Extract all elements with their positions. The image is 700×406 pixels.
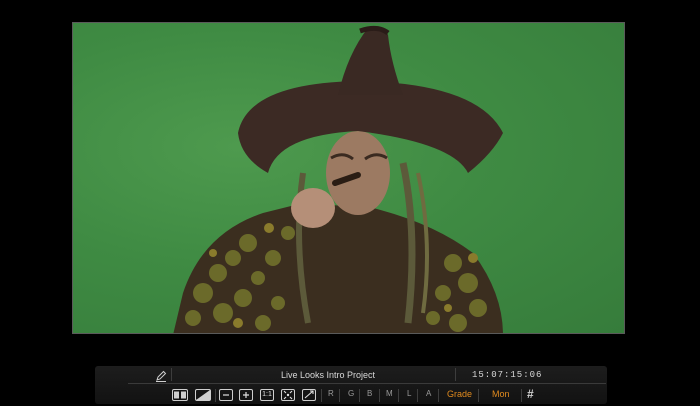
divider [321, 389, 322, 402]
split-view-icon [172, 388, 188, 401]
grid-icon[interactable]: # [527, 387, 534, 401]
fit-icon [281, 388, 295, 401]
wipe-icon [195, 388, 211, 401]
channel-alpha[interactable]: A [426, 389, 431, 398]
divider [478, 389, 479, 402]
divider [417, 389, 418, 402]
divider [339, 389, 340, 402]
split-view-button[interactable] [172, 388, 188, 401]
divider [379, 389, 380, 402]
toolbar-separator [128, 383, 606, 384]
divider [359, 389, 360, 402]
wipe-button[interactable] [195, 388, 211, 401]
channel-red[interactable]: R [328, 389, 334, 398]
channel-blue[interactable]: B [367, 389, 372, 398]
video-viewer[interactable] [72, 22, 625, 334]
actual-size-icon: 1:1 [260, 388, 274, 401]
divider [455, 368, 456, 381]
expand-icon [302, 388, 316, 401]
expand-button[interactable] [302, 388, 316, 401]
video-frame-image [173, 25, 503, 333]
pen-icon[interactable] [155, 369, 167, 382]
timecode: 15:07:15:06 [472, 370, 543, 380]
grade-button[interactable]: Grade [447, 389, 472, 399]
toolbar-controls-row: 1:1 R G B M L A Grade Mon # [95, 385, 607, 404]
project-title: Live Looks Intro Project [281, 370, 376, 380]
divider [521, 389, 522, 402]
divider [215, 389, 216, 402]
fit-button[interactable] [281, 388, 295, 401]
zoom-in-button[interactable] [239, 388, 253, 401]
channel-mono[interactable]: M [386, 389, 393, 398]
zoom-in-icon [239, 388, 253, 401]
toolbar-info-row: Live Looks Intro Project 15:07:15:06 [95, 366, 607, 384]
divider [398, 389, 399, 402]
channel-luma[interactable]: L [407, 389, 411, 398]
zoom-out-icon [219, 388, 233, 401]
divider [438, 389, 439, 402]
zoom-out-button[interactable] [219, 388, 233, 401]
mon-button[interactable]: Mon [492, 389, 510, 399]
viewer-toolbar: Live Looks Intro Project 15:07:15:06 1:1… [95, 366, 607, 404]
actual-size-button[interactable]: 1:1 [260, 388, 274, 401]
divider [171, 368, 172, 381]
channel-green[interactable]: G [348, 389, 354, 398]
